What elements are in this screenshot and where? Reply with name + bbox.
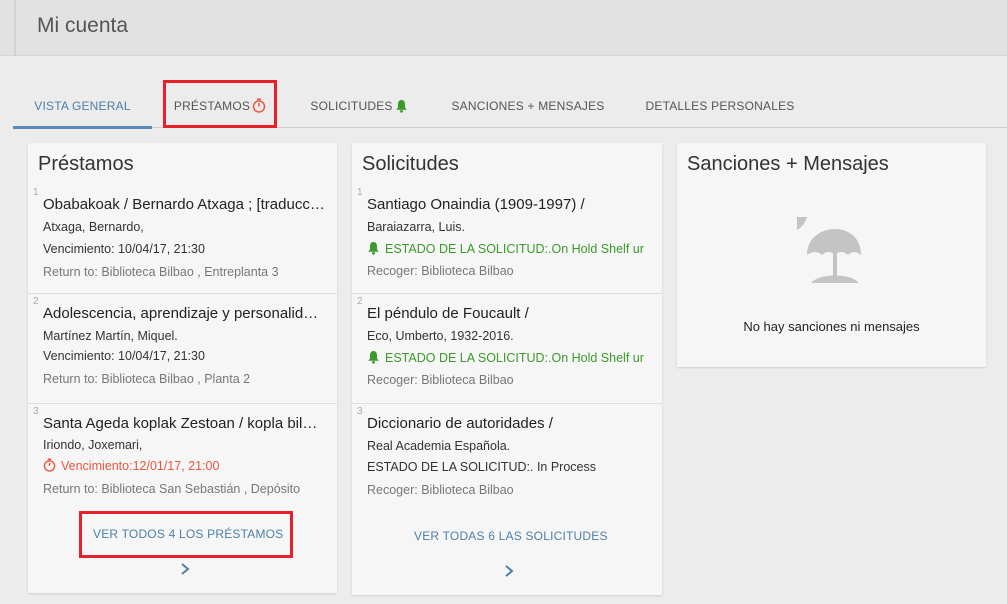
loan-item-number: 1 [33, 187, 39, 198]
request-item[interactable]: 2 El péndulo de Foucault / Eco, Umberto,… [352, 293, 662, 403]
see-all-loans-highlight [79, 511, 293, 558]
header-divider [14, 0, 16, 56]
tab-requests-label: SOLICITUDES [310, 98, 393, 113]
bell-icon [395, 99, 407, 113]
active-tab-indicator [13, 126, 152, 129]
requests-card-title: Solicitudes [362, 153, 459, 175]
chevron-right-icon[interactable] [179, 562, 191, 576]
loan-item-return-location: Return to: Biblioteca Bilbao , Planta 2 [43, 372, 251, 386]
see-all-requests-link[interactable]: VER TODAS 6 LAS SOLICITUDES [414, 529, 608, 543]
loan-item-number: 3 [33, 406, 39, 417]
request-item-author: Eco, Umberto, 1932-2016. [367, 329, 514, 343]
request-item-number: 1 [357, 187, 363, 198]
chevron-right-icon[interactable] [503, 564, 515, 578]
request-item-status: ESTADO DE LA SOLICITUD:.On Hold Shelf ur [385, 351, 644, 365]
request-item-pickup-location: Recoger: Biblioteca Bilbao [367, 373, 514, 387]
loan-item[interactable]: 3 Santa Ageda koplak Zestoan / kopla bil… [28, 403, 337, 513]
fines-messages-card: Sanciones + Mensajes No hay sanciones ni… [677, 143, 986, 367]
request-item-author: Baraiazarra, Luis. [367, 220, 465, 234]
tab-loans-highlight [163, 80, 277, 128]
loan-item[interactable]: 1 Obabakoak / Bernardo Atxaga ; [traducc… [28, 185, 337, 295]
request-item-status: ESTADO DE LA SOLICITUD:. In Process [367, 460, 596, 474]
fines-empty-message: No hay sanciones ni mensajes [743, 319, 920, 334]
requests-card: Solicitudes 1 Santiago Onaindia (1909-19… [352, 143, 662, 595]
loan-item-author: Iriondo, Joxemari, [43, 438, 143, 452]
tab-personal-details[interactable]: DETALLES PERSONALES [635, 84, 805, 127]
fines-messages-card-title: Sanciones + Mensajes [687, 153, 889, 175]
loan-item-due-date: Vencimiento: 10/04/17, 21:30 [43, 242, 205, 256]
request-item-pickup-location: Recoger: Biblioteca Bilbao [367, 483, 514, 497]
request-item-author: Real Academia Española. [367, 439, 511, 453]
loan-item-author: Martínez Martín, Miquel. [43, 329, 178, 343]
page-header: Mi cuenta [0, 0, 1007, 56]
loans-card-title: Préstamos [38, 153, 134, 175]
request-item-number: 2 [357, 296, 363, 307]
tab-overview-label: VISTA GENERAL [34, 98, 131, 113]
request-item-status-line: ESTADO DE LA SOLICITUD:.On Hold Shelf ur [367, 350, 647, 365]
loan-item-overdue-line: Vencimiento:12/01/17, 21:00 [43, 458, 219, 473]
bell-icon [368, 351, 379, 364]
loan-item-title[interactable]: Adolescencia, aprendizaje y personalidad… [43, 305, 325, 322]
bell-icon [368, 242, 379, 255]
request-item-title[interactable]: El péndulo de Foucault / [367, 305, 649, 322]
tab-fines-messages-label: SANCIONES + MENSAJES [451, 98, 605, 113]
loan-item-title[interactable]: Santa Ageda koplak Zestoan / kopla bildu… [43, 415, 325, 432]
tab-overview[interactable]: VISTA GENERAL [13, 84, 152, 129]
loan-item-title[interactable]: Obabakoak / Bernardo Atxaga ; [traducció… [43, 196, 325, 213]
tab-personal-details-label: DETALLES PERSONALES [645, 98, 795, 113]
request-item-title[interactable]: Santiago Onaindia (1909-1997) / [367, 196, 649, 213]
stopwatch-icon [43, 458, 56, 472]
request-item-status: ESTADO DE LA SOLICITUD:.On Hold Shelf ur [385, 242, 644, 256]
request-item-number: 3 [357, 406, 363, 417]
request-item-pickup-location: Recoger: Biblioteca Bilbao [367, 264, 514, 278]
page-title: Mi cuenta [37, 14, 129, 37]
loan-item-return-location: Return to: Biblioteca Bilbao , Entreplan… [43, 265, 279, 279]
loan-item-due-date: Vencimiento: 10/04/17, 21:30 [43, 349, 205, 363]
loan-item-due-date: Vencimiento:12/01/17, 21:00 [61, 459, 220, 473]
request-item[interactable]: 3 Diccionario de autoridades / Real Acad… [352, 403, 662, 513]
request-item-title[interactable]: Diccionario de autoridades / [367, 415, 649, 432]
loan-item-author: Atxaga, Bernardo, [43, 220, 144, 234]
tab-requests[interactable]: SOLICITUDES [303, 84, 415, 127]
request-item[interactable]: 1 Santiago Onaindia (1909-1997) / Baraia… [352, 185, 662, 295]
request-item-status-line: ESTADO DE LA SOLICITUD:.On Hold Shelf ur [367, 241, 647, 256]
loan-item-return-location: Return to: Biblioteca San Sebastián , De… [43, 482, 301, 496]
tab-fines-messages-target[interactable]: SANCIONES + MENSAJES [443, 84, 613, 127]
loan-item-number: 2 [33, 296, 39, 307]
beach-umbrella-icon [797, 217, 861, 283]
loan-item[interactable]: 2 Adolescencia, aprendizaje y personalid… [28, 293, 337, 403]
